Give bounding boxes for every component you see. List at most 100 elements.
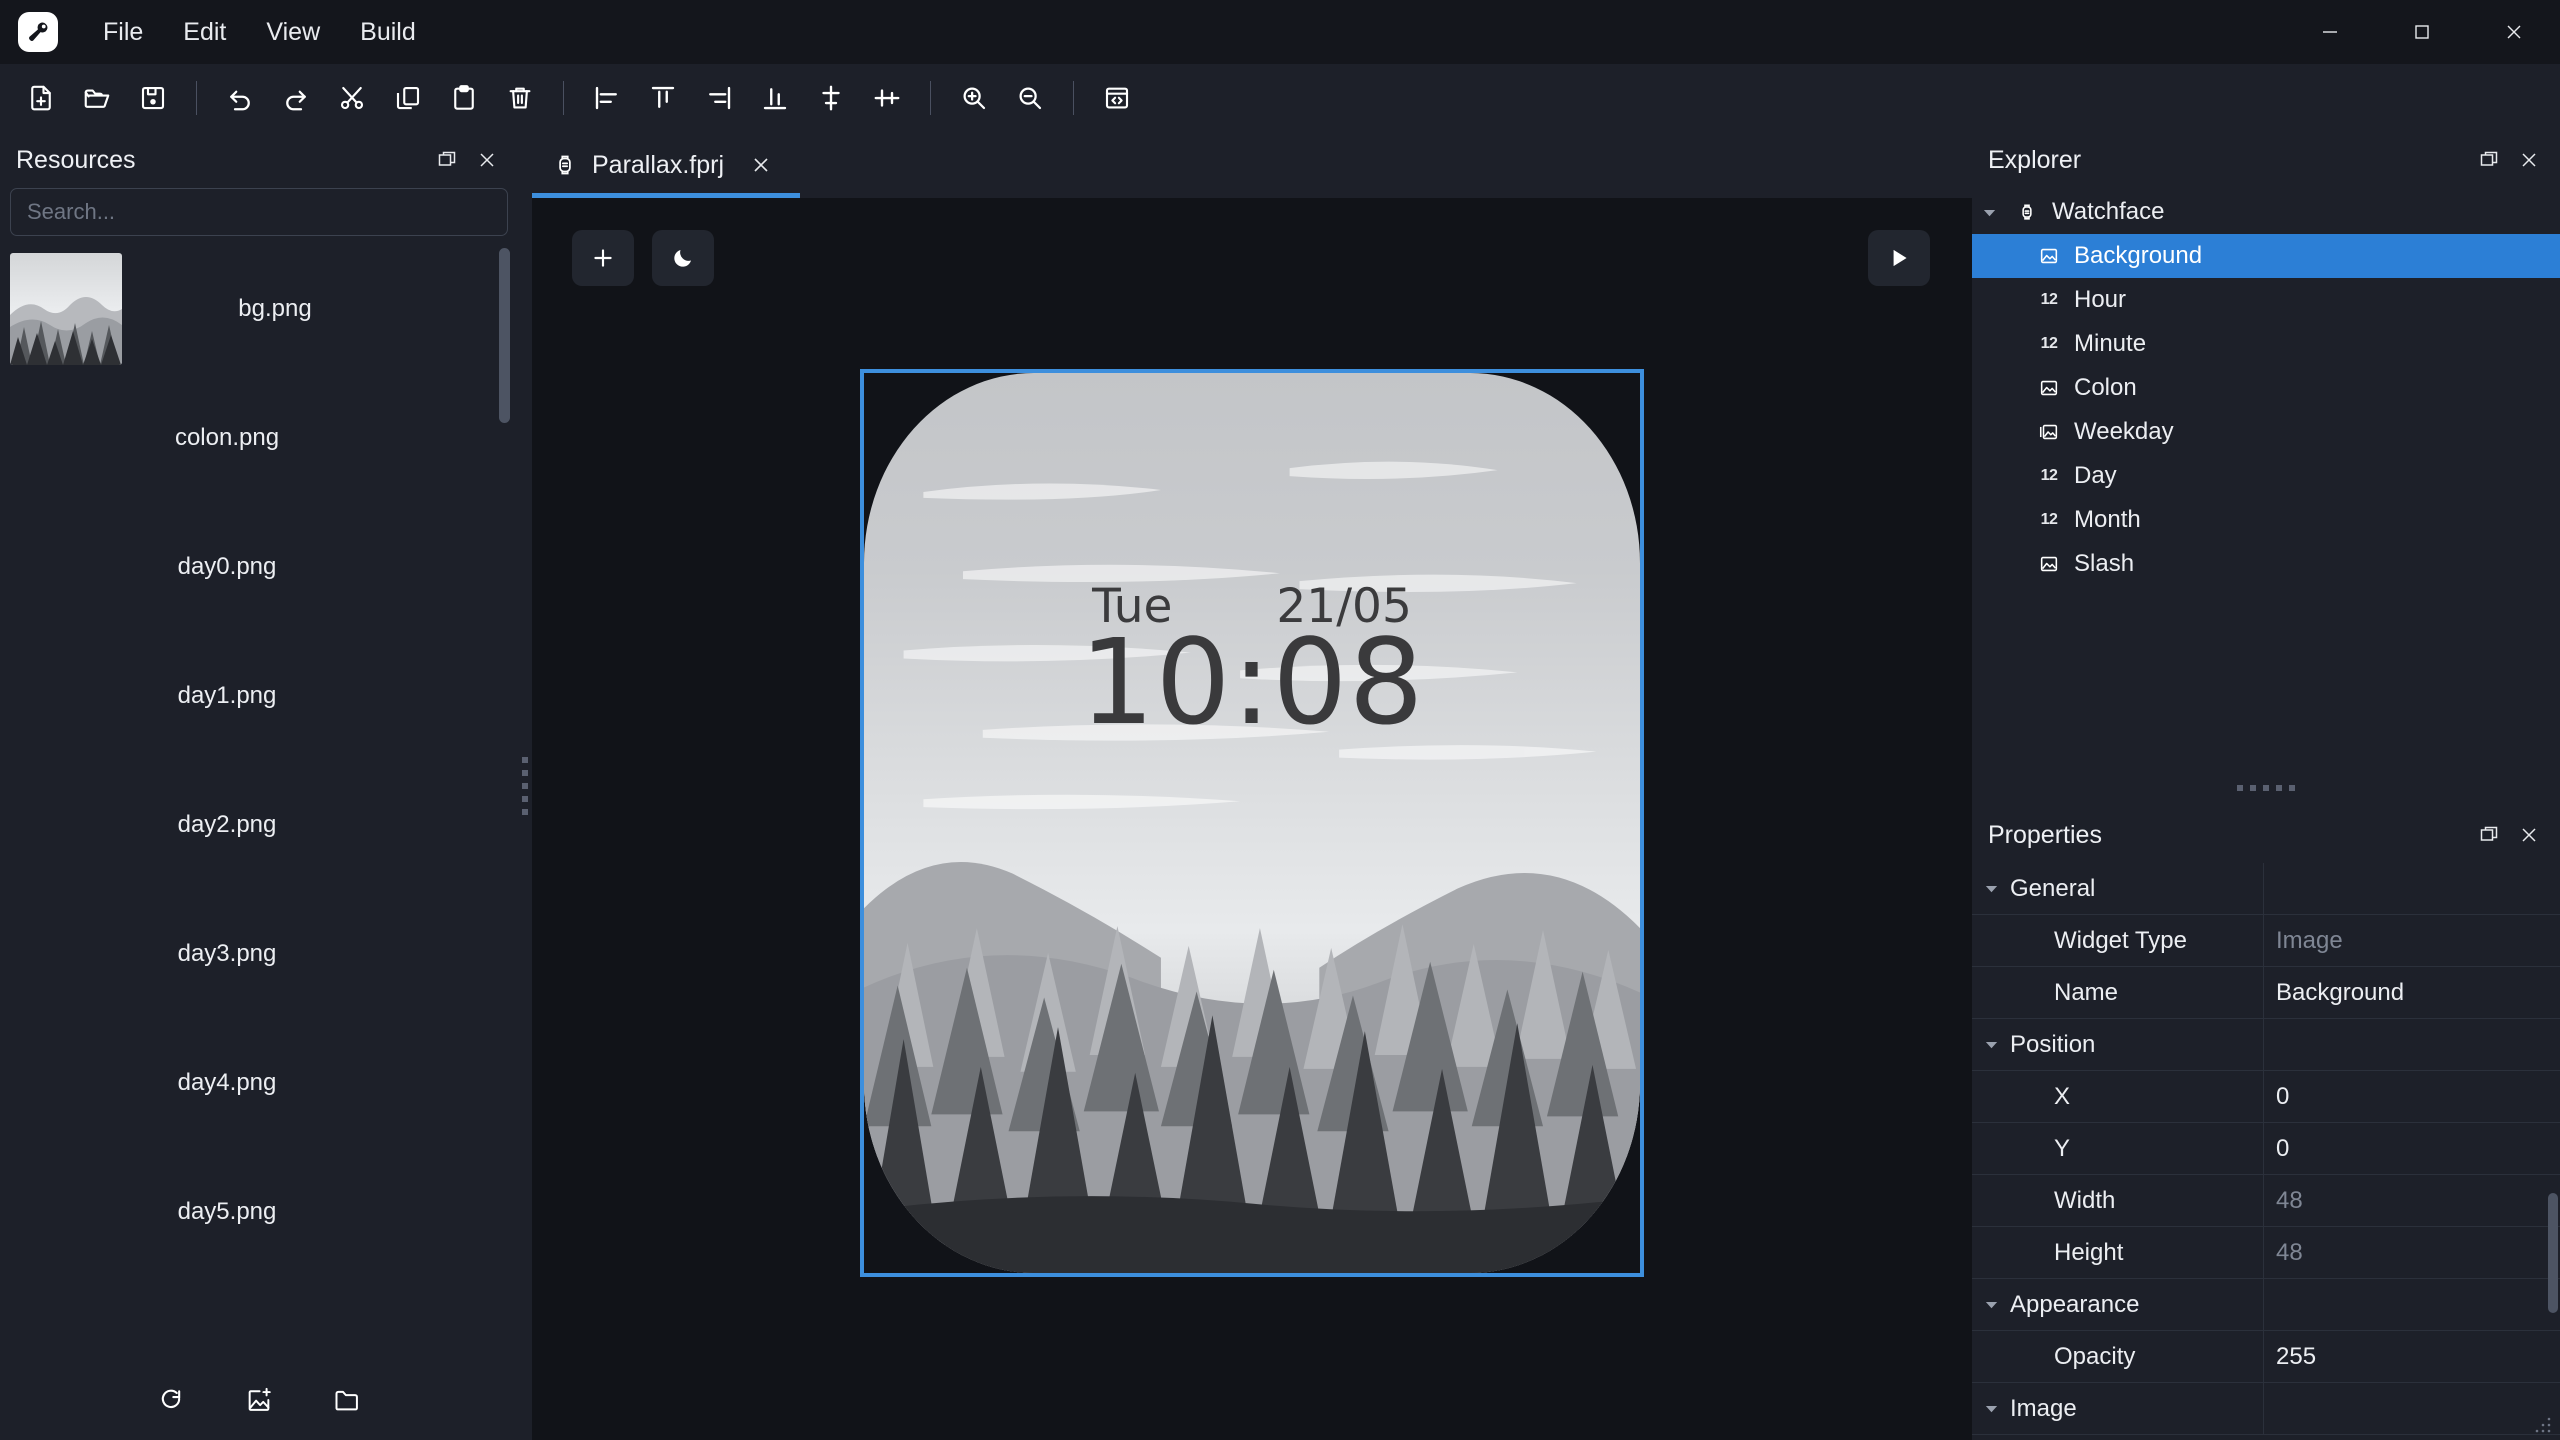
save-icon[interactable] <box>126 71 180 125</box>
night-mode-button[interactable] <box>652 230 714 286</box>
property-row-x[interactable]: X 0 <box>1972 1071 2560 1123</box>
property-row-opacity[interactable]: Opacity 255 <box>1972 1331 2560 1383</box>
tab-parallax-fprj[interactable]: Parallax.fprj <box>532 132 800 198</box>
menu-item-edit[interactable]: Edit <box>164 11 245 54</box>
list-item[interactable]: 1 day1.png <box>0 631 518 760</box>
redo-icon[interactable] <box>269 71 323 125</box>
list-item[interactable]: 0 day0.png <box>0 502 518 631</box>
maximize-icon[interactable] <box>2376 0 2468 64</box>
close-icon[interactable] <box>2468 0 2560 64</box>
tree-item-minute[interactable]: 12 Minute <box>1972 322 2560 366</box>
property-value[interactable]: 255 <box>2264 1331 2560 1382</box>
properties-table[interactable]: General Widget Type Image Name Backgroun… <box>1972 863 2560 1440</box>
property-group-appearance[interactable]: Appearance <box>1972 1279 2560 1331</box>
search-input[interactable] <box>10 188 508 236</box>
property-group-label: General <box>2010 874 2096 902</box>
minimize-icon[interactable] <box>2284 0 2376 64</box>
properties-panel-header: Properties <box>1972 807 2560 863</box>
center-vertical-icon[interactable] <box>860 71 914 125</box>
add-widget-button[interactable] <box>572 230 634 286</box>
align-top-icon[interactable] <box>636 71 690 125</box>
tab-label: Parallax.fprj <box>592 150 724 179</box>
chevron-down-icon[interactable] <box>1972 1297 2010 1312</box>
watchface-preview[interactable]: Tue 21/05 10:08 <box>860 369 1644 1277</box>
property-group-value <box>2264 1383 2560 1434</box>
property-value[interactable]: 0 <box>2264 1071 2560 1122</box>
close-icon[interactable] <box>2512 143 2546 177</box>
resources-list[interactable]: bg.png colon.png 0 day0.png 1 day1.png <box>0 244 518 1360</box>
property-group-general[interactable]: General <box>1972 863 2560 915</box>
explorer-tree[interactable]: Watchface Background 12 Hour 12 Minute C… <box>1972 188 2560 769</box>
copy-icon[interactable] <box>381 71 435 125</box>
preview-play-button[interactable] <box>1868 230 1930 286</box>
number-icon: 12 <box>2028 467 2070 485</box>
list-item[interactable]: 2 day2.png <box>0 760 518 889</box>
list-item[interactable]: 3 day3.png <box>0 889 518 1018</box>
paste-icon[interactable] <box>437 71 491 125</box>
property-group-position[interactable]: Position <box>1972 1019 2560 1071</box>
tree-item-slash[interactable]: Slash <box>1972 542 2560 586</box>
add-image-icon[interactable] <box>234 1375 284 1425</box>
cut-icon[interactable] <box>325 71 379 125</box>
menu-item-build[interactable]: Build <box>341 11 435 54</box>
property-value[interactable]: Background <box>2264 967 2560 1018</box>
list-item[interactable]: colon.png <box>0 373 518 502</box>
resource-thumbnail: 2 <box>0 769 26 881</box>
chevron-down-icon[interactable] <box>1972 881 2010 896</box>
property-value[interactable]: 0 <box>2264 1123 2560 1174</box>
undo-icon[interactable] <box>213 71 267 125</box>
property-group-image[interactable]: Image <box>1972 1383 2560 1435</box>
resize-grip-icon[interactable] <box>2534 1416 2552 1434</box>
property-row-height[interactable]: Height 48 <box>1972 1227 2560 1279</box>
close-icon[interactable] <box>470 143 504 177</box>
chevron-down-icon[interactable] <box>1972 1401 2010 1416</box>
open-folder-icon[interactable] <box>322 1375 372 1425</box>
new-file-icon[interactable] <box>14 71 68 125</box>
property-row-widget-type[interactable]: Widget Type Image <box>1972 915 2560 967</box>
tree-item-day[interactable]: 12 Day <box>1972 454 2560 498</box>
tree-item-hour[interactable]: 12 Hour <box>1972 278 2560 322</box>
refresh-icon[interactable] <box>146 1375 196 1425</box>
list-item[interactable]: bg.png <box>0 244 518 373</box>
tree-item-background[interactable]: Background <box>1972 234 2560 278</box>
close-icon[interactable] <box>744 148 778 182</box>
code-view-icon[interactable] <box>1090 71 1144 125</box>
tree-item-month[interactable]: 12 Month <box>1972 498 2560 542</box>
properties-scrollbar[interactable] <box>2548 1193 2558 1313</box>
align-left-icon[interactable] <box>580 71 634 125</box>
close-icon[interactable] <box>2512 818 2546 852</box>
image-list-icon <box>2028 421 2070 443</box>
right-horizontal-splitter[interactable] <box>1972 769 2560 807</box>
align-right-icon[interactable] <box>692 71 746 125</box>
chevron-down-icon[interactable] <box>1972 205 2006 220</box>
tree-item-weekday[interactable]: Weekday <box>1972 410 2560 454</box>
tree-item-watchface[interactable]: Watchface <box>1972 190 2560 234</box>
align-bottom-icon[interactable] <box>748 71 802 125</box>
property-group-label-wrap: Appearance <box>1972 1279 2264 1330</box>
undock-icon[interactable] <box>2472 818 2506 852</box>
zoom-out-icon[interactable] <box>1003 71 1057 125</box>
center-horizontal-icon[interactable] <box>804 71 858 125</box>
tree-item-colon[interactable]: Colon <box>1972 366 2560 410</box>
property-row-width[interactable]: Width 48 <box>1972 1175 2560 1227</box>
menu-item-view[interactable]: View <box>247 11 339 54</box>
left-splitter[interactable] <box>518 132 532 1440</box>
tree-item-label: Background <box>2074 242 2203 269</box>
chevron-down-icon[interactable] <box>1972 1037 2010 1052</box>
delete-icon[interactable] <box>493 71 547 125</box>
property-row-y[interactable]: Y 0 <box>1972 1123 2560 1175</box>
property-label: Y <box>1972 1123 2264 1174</box>
design-canvas[interactable]: Tue 21/05 10:08 <box>532 198 1972 1440</box>
list-item[interactable]: 5 day5.png <box>0 1147 518 1276</box>
zoom-in-icon[interactable] <box>947 71 1001 125</box>
list-item[interactable]: 4 day4.png <box>0 1018 518 1147</box>
menu-item-file[interactable]: File <box>84 11 162 54</box>
undock-icon[interactable] <box>2472 143 2506 177</box>
property-row-name[interactable]: Name Background <box>1972 967 2560 1019</box>
open-folder-icon[interactable] <box>70 71 124 125</box>
toolbar-separator <box>930 81 931 115</box>
resources-scrollbar[interactable] <box>499 248 510 423</box>
tree-item-label: Day <box>2074 462 2117 489</box>
editor-area: Parallax.fprj Tue 21/05 10:08 <box>532 132 1972 1440</box>
undock-icon[interactable] <box>430 143 464 177</box>
